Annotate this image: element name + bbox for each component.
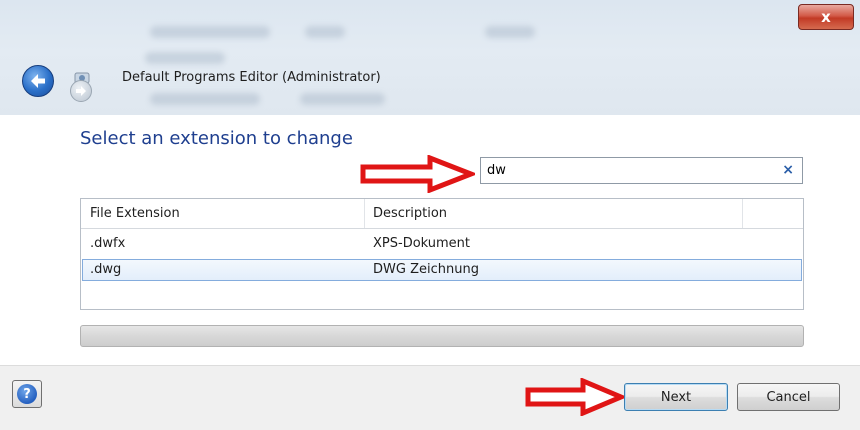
cancel-button[interactable]: Cancel (737, 383, 840, 411)
row-description: DWG Zeichnung (373, 262, 479, 277)
row-description: XPS-Dokument (373, 236, 471, 251)
clear-search-icon[interactable]: × (782, 162, 794, 178)
dialog-window: x Default Programs Editor (Administrator… (0, 0, 860, 430)
back-button[interactable] (22, 65, 54, 97)
progress-bar (80, 325, 804, 347)
title-bar: x Default Programs Editor (Administrator… (0, 0, 860, 115)
close-icon: x (821, 8, 831, 26)
button-bar (0, 365, 860, 430)
column-header-description[interactable]: Description (373, 206, 447, 221)
back-arrow-icon (31, 74, 45, 88)
forward-button[interactable] (70, 80, 92, 102)
page-title: Select an extension to change (80, 128, 353, 149)
help-icon: ? (17, 384, 37, 404)
table-row-selected[interactable]: .dwg DWG Zeichnung (82, 259, 802, 281)
close-button[interactable]: x (798, 4, 854, 30)
table-row[interactable]: .dwfx XPS-Dokument (82, 233, 802, 255)
red-arrow-icon (525, 378, 625, 416)
next-button[interactable]: Next (624, 383, 728, 411)
row-extension: .dwg (90, 262, 122, 277)
window-title: Default Programs Editor (Administrator) (122, 70, 381, 85)
column-header-file-extension[interactable]: File Extension (90, 206, 180, 221)
row-extension: .dwfx (90, 236, 126, 251)
red-arrow-icon (360, 155, 475, 193)
help-button[interactable]: ? (12, 380, 42, 408)
list-header: File Extension Description (81, 199, 803, 229)
extension-list[interactable]: File Extension Description .dwfx XPS-Dok… (80, 198, 804, 310)
forward-arrow-icon (76, 86, 86, 96)
search-value: dw (487, 163, 506, 178)
search-input[interactable]: dw × (480, 157, 803, 184)
